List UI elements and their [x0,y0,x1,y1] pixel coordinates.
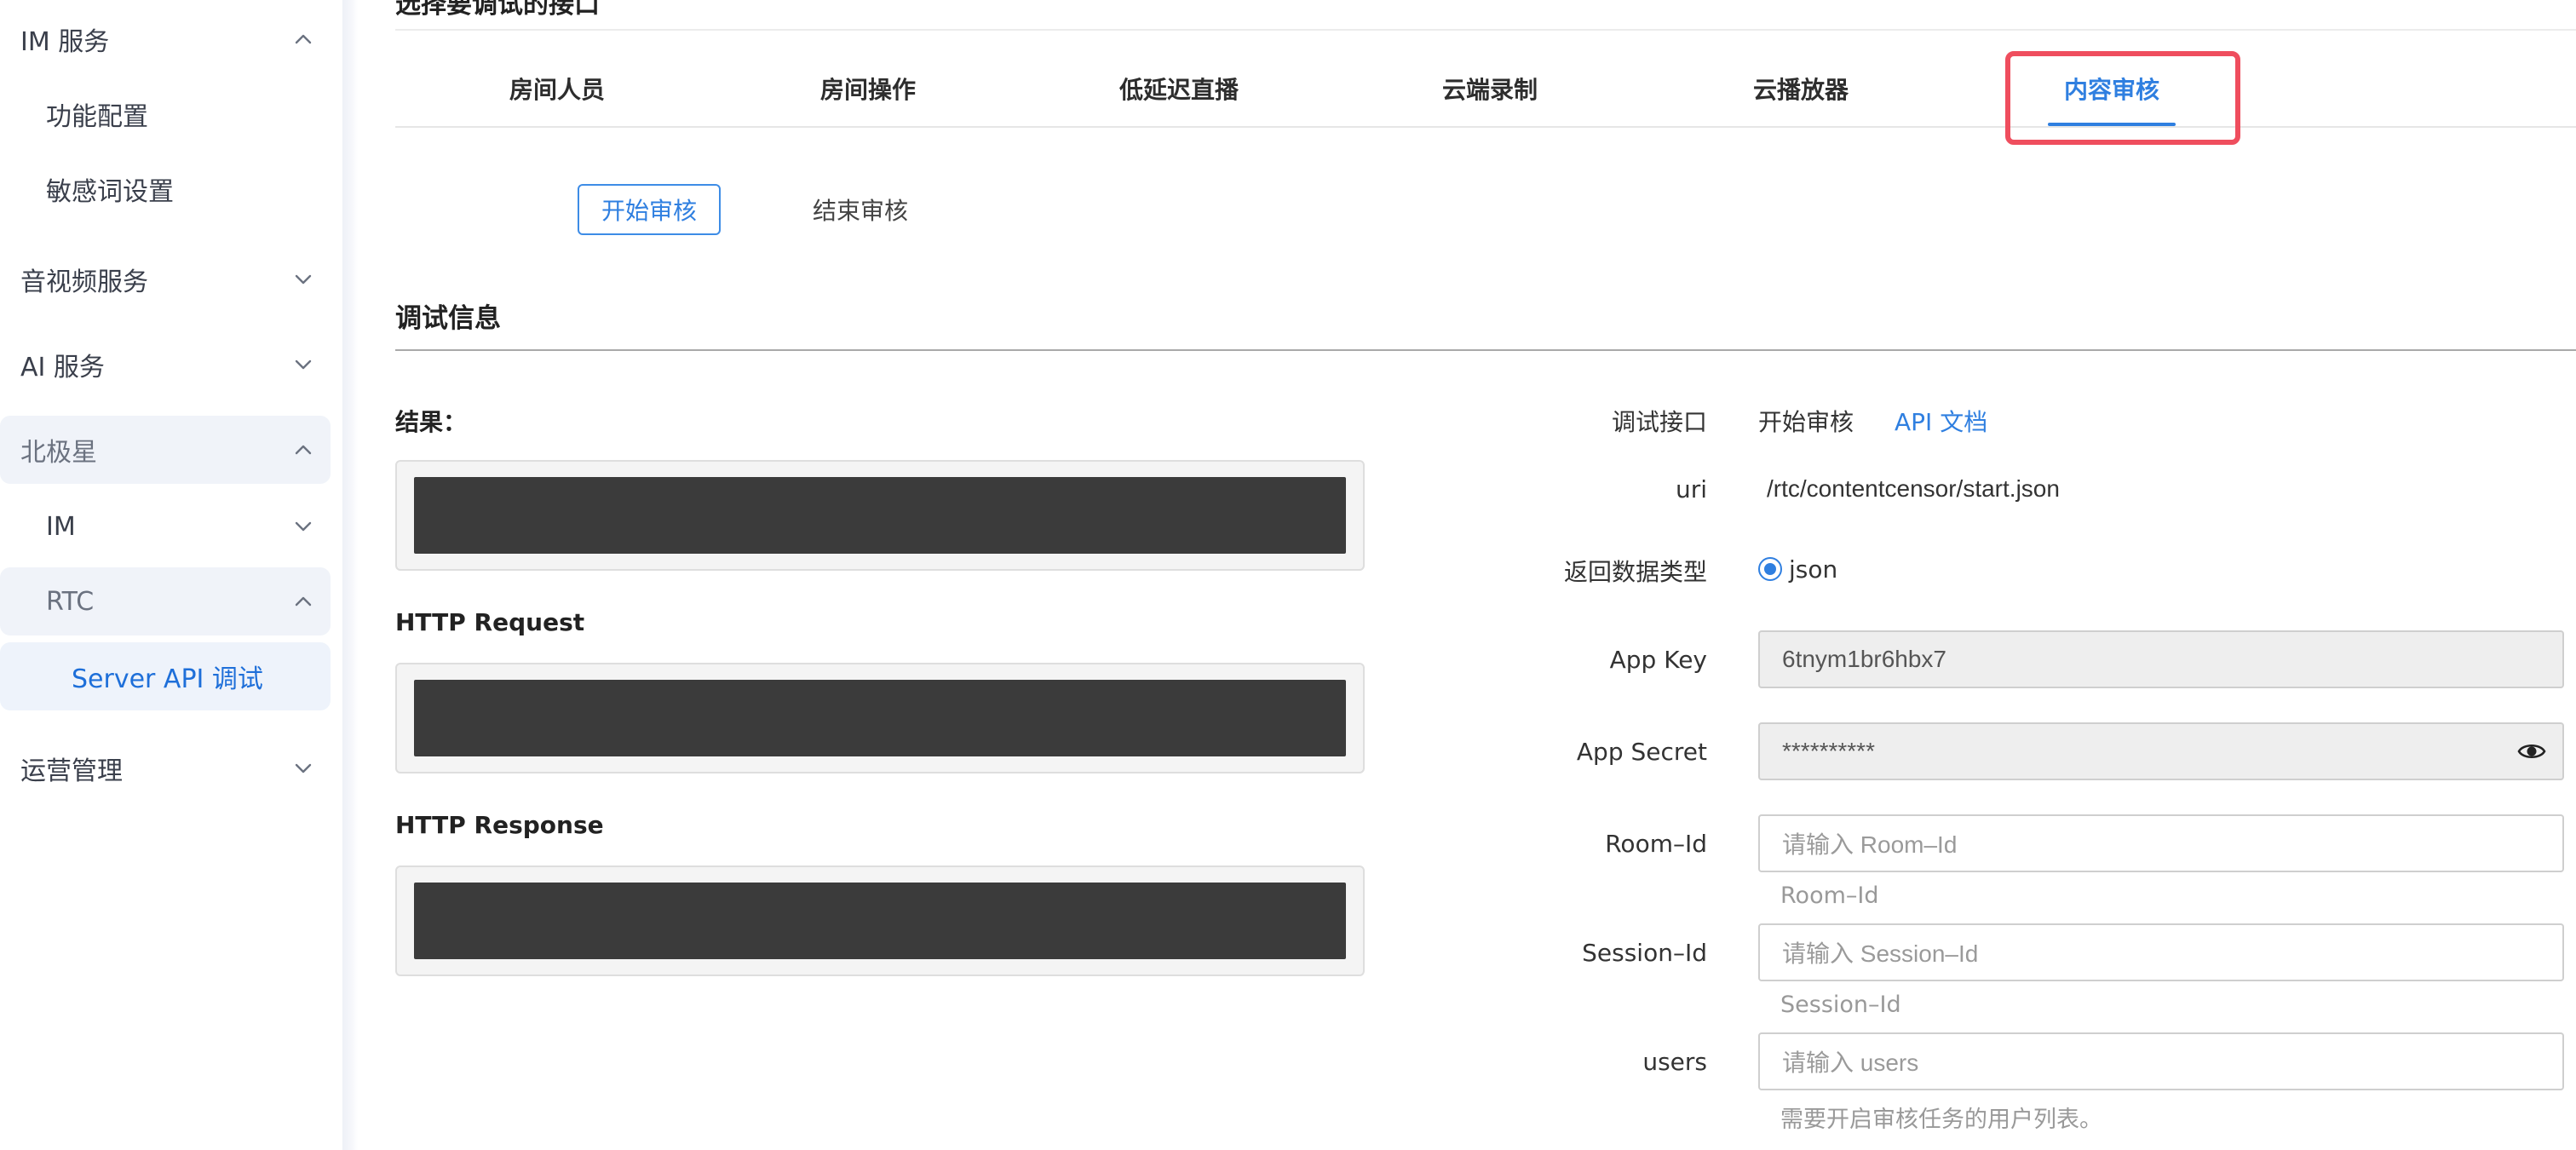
chevron-down-icon [290,513,317,540]
result-label: 结果： [395,408,468,436]
divider [395,29,2576,31]
chevron-up-icon [290,588,317,615]
sidebar-item-rtc[interactable]: RTC [0,567,331,635]
app-key-label: App Key [1609,646,1707,674]
sidebar-item-label: IM 服务 [20,27,110,57]
sidebar-item-label: 功能配置 [46,102,148,132]
users-input[interactable]: 请输入 users [1758,1032,2564,1090]
session-id-label: Session–Id [1582,939,1707,967]
sidebar-item-ops[interactable]: 运营管理 [0,741,331,796]
room-id-input[interactable]: 请输入 Room–Id [1758,814,2564,872]
api-tabs: 房间人员 房间操作 低延迟直播 云端录制 云播放器 内容审核 [395,60,2576,128]
section-divider [395,349,2576,351]
app-secret-label: App Secret [1576,738,1707,766]
sidebar-divider [342,0,358,1150]
json-radio-label: json [1789,555,1838,584]
sidebar-item-label: 敏感词设置 [46,177,174,207]
http-request-label: HTTP Request [395,608,585,636]
http-response-panel [395,865,1365,976]
result-content [414,477,1346,554]
sidebar-item-feature-config[interactable]: 功能配置 [0,87,331,141]
api-value: 开始审核 [1758,408,1854,436]
tab-cloud-player[interactable]: 云播放器 [1724,72,1877,106]
session-id-input[interactable]: 请输入 Session–Id [1758,923,2564,981]
app-key-field: 6tnym1br6hbx7 [1758,630,2564,688]
http-response-content [414,883,1346,959]
sidebar-item-ai-service[interactable]: AI 服务 [0,337,331,392]
sidebar-item-label: RTC [46,586,95,617]
chevron-down-icon [290,755,317,782]
tab-room-operations[interactable]: 房间操作 [791,72,945,106]
main-content: 选择要调试的接口 房间人员 房间操作 低延迟直播 云端录制 云播放器 内容审核 … [358,0,2576,1150]
chevron-down-icon [290,351,317,378]
app-secret-field: ********** [1758,722,2564,780]
sidebar-item-polaris[interactable]: 北极星 [0,416,331,484]
eye-icon[interactable] [2516,736,2547,767]
uri-value: /rtc/contentcensor/start.json [1767,475,2060,502]
uri-label: uri [1675,475,1707,503]
start-moderation-button[interactable]: 开始审核 [578,184,721,235]
http-request-panel [395,663,1365,773]
tab-low-latency-live[interactable]: 低延迟直播 [1094,72,1264,106]
chevron-up-icon [290,26,317,53]
http-response-label: HTTP Response [395,811,604,839]
chevron-down-icon [290,266,317,293]
sidebar-item-im[interactable]: IM [0,499,331,554]
users-label: users [1642,1048,1707,1076]
sidebar-item-label: IM [46,511,76,542]
result-panel [395,460,1365,571]
sidebar: IM 服务 功能配置 敏感词设置 音视频服务 AI 服务 北极星 IM RTC … [0,0,342,1150]
tab-room-members[interactable]: 房间人员 [480,72,634,106]
tab-cloud-recording[interactable]: 云端录制 [1413,72,1567,106]
chevron-up-icon [290,436,317,463]
sidebar-item-label: Server API 调试 [72,664,263,694]
sidebar-item-av-service[interactable]: 音视频服务 [0,252,331,307]
session-id-hint: Session–Id [1780,992,1901,1018]
page-title: 选择要调试的接口 [395,0,600,20]
return-type-label: 返回数据类型 [1563,558,1707,586]
room-id-hint: Room–Id [1780,883,1879,909]
sidebar-item-label: 音视频服务 [20,267,148,297]
sidebar-item-im-service[interactable]: IM 服务 [0,12,331,66]
users-hint: 需要开启审核任务的用户列表。 [1780,1107,2102,1133]
room-id-label: Room–Id [1605,830,1707,858]
api-doc-link[interactable]: API 文档 [1895,404,1987,438]
sidebar-item-label: AI 服务 [20,353,105,382]
sidebar-item-sensitive-words[interactable]: 敏感词设置 [0,162,331,216]
http-request-content [414,680,1346,756]
sidebar-item-label: 运营管理 [20,756,123,786]
sidebar-item-server-api-debug[interactable]: Server API 调试 [0,642,331,710]
api-label: 调试接口 [1611,408,1707,436]
end-moderation-button[interactable]: 结束审核 [758,184,963,235]
json-radio[interactable] [1758,557,1782,581]
highlight-box [2005,51,2240,145]
debug-info-title: 调试信息 [395,303,501,334]
sidebar-item-label: 北极星 [20,438,97,468]
